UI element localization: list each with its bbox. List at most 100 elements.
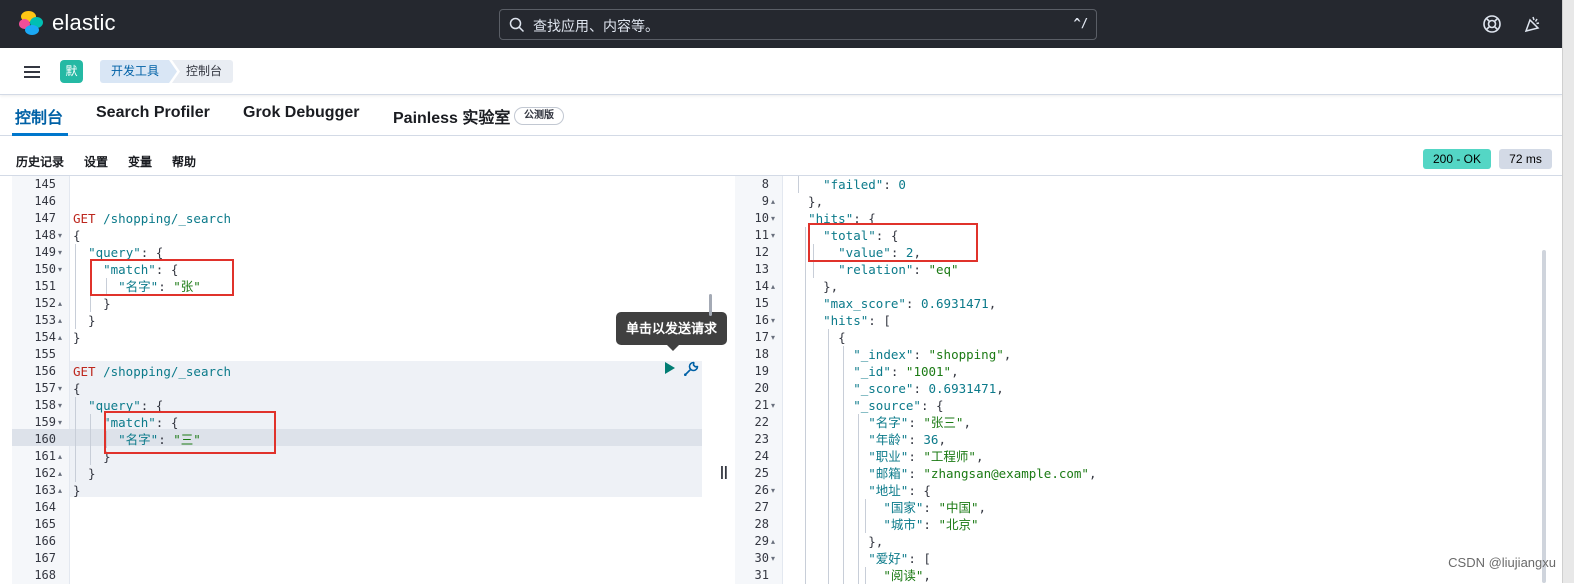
fold-collapse-icon[interactable]: ▾ — [58, 261, 62, 278]
code-line[interactable]: } — [73, 329, 81, 346]
line-number: 23 — [754, 432, 769, 446]
code-token: "北京" — [938, 517, 979, 532]
code-line[interactable]: "_id": "1001", — [793, 363, 958, 380]
code-token: { — [793, 330, 846, 345]
fold-collapse-icon[interactable]: ▾ — [58, 380, 62, 397]
code-line[interactable]: } — [73, 312, 96, 329]
code-line[interactable]: "_source": { — [793, 397, 943, 414]
fold-collapse-icon[interactable]: ▾ — [771, 227, 775, 244]
settings-link[interactable]: 设置 — [84, 153, 108, 170]
fold-end-icon[interactable]: ▴ — [771, 533, 775, 550]
fold-end-icon[interactable]: ▴ — [58, 329, 62, 346]
code-line[interactable]: "_index": "shopping", — [793, 346, 1011, 363]
line-number: 158 — [34, 398, 56, 412]
fold-collapse-icon[interactable]: ▾ — [58, 397, 62, 414]
code-line[interactable]: "max_score": 0.6931471, — [793, 295, 996, 312]
space-avatar[interactable]: 默 — [60, 60, 83, 83]
fold-collapse-icon[interactable]: ▾ — [771, 550, 775, 567]
code-token: "爱好" — [868, 551, 909, 566]
code-line[interactable]: "年龄": 36, — [793, 431, 946, 448]
code-line[interactable]: }, — [793, 193, 823, 210]
code-token: "邮箱" — [868, 466, 909, 481]
fold-end-icon[interactable]: ▴ — [58, 312, 62, 329]
code-line[interactable]: "relation": "eq" — [793, 261, 958, 278]
request-scrollbar[interactable] — [709, 294, 712, 316]
code-line[interactable]: { — [73, 227, 81, 244]
highlight-box-match-zhang — [90, 259, 234, 296]
line-number: 147 — [34, 211, 56, 225]
code-token: , — [996, 381, 1004, 396]
code-token: 36 — [923, 432, 939, 447]
code-line[interactable]: GET /shopping/_search — [73, 363, 231, 380]
fold-collapse-icon[interactable]: ▾ — [771, 397, 775, 414]
code-token: "_score" — [853, 381, 914, 396]
indent-guide — [865, 567, 866, 584]
logo-text: elastic — [52, 10, 116, 35]
line-number: 29 — [754, 534, 769, 548]
code-token: "_index" — [853, 347, 914, 362]
help-link[interactable]: 帮助 — [172, 153, 196, 170]
code-line[interactable]: "职业": "工程师", — [793, 448, 983, 465]
code-line[interactable]: "国家": "中国", — [793, 499, 986, 516]
code-line[interactable]: "名字": "张三", — [793, 414, 971, 431]
tab-grok-debugger[interactable]: Grok Debugger — [243, 104, 359, 122]
fold-collapse-icon[interactable]: ▾ — [58, 244, 62, 261]
fold-collapse-icon[interactable]: ▾ — [771, 329, 775, 346]
code-token: "query" — [88, 245, 141, 260]
line-number: 151 — [34, 279, 56, 293]
global-search-input[interactable]: 查找应用、内容等。 ^/ — [499, 9, 1097, 40]
code-line[interactable]: } — [73, 465, 96, 482]
fold-collapse-icon[interactable]: ▾ — [58, 227, 62, 244]
code-token: , — [988, 296, 997, 311]
code-line[interactable]: "failed": 0 — [793, 176, 906, 193]
variables-link[interactable]: 变量 — [128, 153, 152, 170]
fold-end-icon[interactable]: ▴ — [58, 295, 62, 312]
fold-end-icon[interactable]: ▴ — [771, 193, 775, 210]
code-line[interactable]: "邮箱": "zhangsan@example.com", — [793, 465, 1096, 482]
code-line[interactable]: "城市": "北京" — [793, 516, 979, 533]
code-line[interactable]: "hits": [ — [793, 312, 891, 329]
code-line[interactable]: "阅读", — [793, 567, 931, 584]
fold-end-icon[interactable]: ▴ — [58, 482, 62, 499]
code-token: } — [73, 296, 111, 311]
newsfeed-icon[interactable] — [1522, 14, 1542, 34]
pane-resizer-handle[interactable]: || — [720, 463, 728, 479]
breadcrumb-dev-tools[interactable]: 开发工具 — [100, 60, 177, 83]
code-line[interactable]: "爱好": [ — [793, 550, 931, 567]
fold-collapse-icon[interactable]: ▾ — [771, 482, 775, 499]
wrench-icon[interactable] — [682, 360, 700, 378]
fold-collapse-icon[interactable]: ▾ — [58, 414, 62, 431]
send-request-play-icon[interactable] — [665, 362, 675, 374]
tab-search-profiler[interactable]: Search Profiler — [96, 104, 210, 122]
tab-painless-lab[interactable]: Painless 实验室 — [393, 104, 510, 128]
code-token: : — [883, 177, 899, 192]
line-number: 16 — [754, 313, 769, 327]
fold-collapse-icon[interactable]: ▾ — [771, 312, 775, 329]
fold-end-icon[interactable]: ▴ — [58, 448, 62, 465]
code-line[interactable]: }, — [793, 533, 883, 550]
code-line[interactable]: { — [73, 380, 81, 397]
help-icon[interactable] — [1482, 14, 1502, 34]
menu-toggle-icon[interactable] — [24, 66, 40, 78]
fold-collapse-icon[interactable]: ▾ — [771, 210, 775, 227]
code-line[interactable]: GET /shopping/_search — [73, 210, 231, 227]
search-shortcut-hint: ^/ — [1073, 16, 1088, 30]
code-line[interactable]: }, — [793, 278, 838, 295]
tab-console[interactable]: 控制台 — [15, 104, 63, 128]
code-line[interactable]: { — [793, 329, 846, 346]
fold-end-icon[interactable]: ▴ — [58, 465, 62, 482]
line-number: 164 — [34, 500, 56, 514]
code-line[interactable]: "_score": 0.6931471, — [793, 380, 1004, 397]
request-editor[interactable]: 145 146 147 GET /shopping/_search 148 ▾{149 ▾ … — [12, 176, 715, 584]
elastic-logo[interactable]: elastic — [18, 10, 116, 36]
search-icon — [509, 17, 525, 33]
line-number: 162 — [34, 466, 56, 480]
response-scrollbar[interactable] — [1542, 250, 1546, 583]
beta-badge: 公测版 — [514, 107, 564, 125]
fold-end-icon[interactable]: ▴ — [771, 278, 775, 295]
code-line[interactable]: "地址": { — [793, 482, 931, 499]
code-line[interactable]: } — [73, 482, 81, 499]
history-link[interactable]: 历史记录 — [16, 153, 64, 170]
code-line[interactable]: } — [73, 295, 111, 312]
